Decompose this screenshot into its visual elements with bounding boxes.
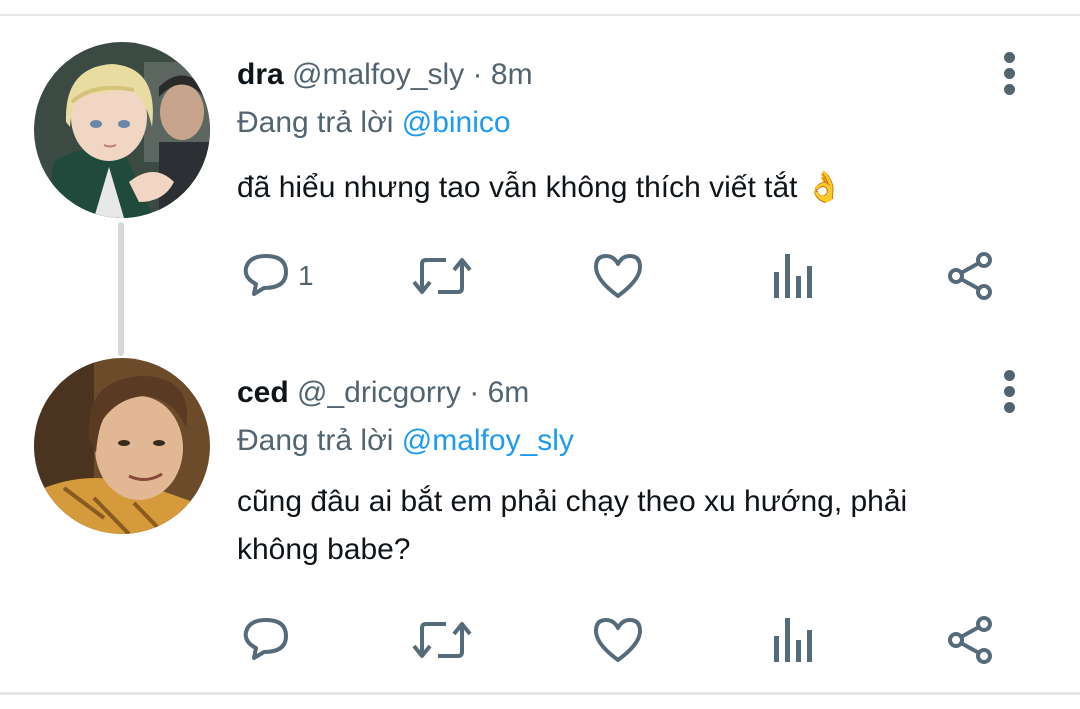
replying-prefix: Đang trả lời (237, 424, 402, 457)
share-icon (948, 616, 992, 664)
reply-mention[interactable]: @malfoy_sly (402, 424, 574, 457)
reply-button[interactable] (240, 610, 298, 670)
retweet-button[interactable] (412, 246, 472, 306)
share-button[interactable] (944, 246, 996, 306)
action-bar: 1 (0, 246, 1080, 306)
like-icon (594, 618, 642, 662)
bottom-divider (0, 692, 1080, 695)
timestamp[interactable]: 6m (488, 376, 530, 409)
tweet-header: ced @_dricgorry · 6m (237, 376, 529, 410)
retweet-button[interactable] (412, 610, 472, 670)
separator-dot: · (472, 58, 483, 91)
action-bar (0, 610, 1080, 670)
replying-prefix: Đang trả lời (237, 106, 402, 139)
tweet-text: cũng đâu ai bắt em phải chạy theo xu hướ… (237, 485, 908, 566)
share-button[interactable] (944, 610, 996, 670)
reply-icon (243, 254, 288, 296)
avatar[interactable] (34, 358, 210, 534)
reply-icon (243, 618, 288, 660)
user-handle[interactable]: @malfoy_sly (292, 58, 464, 91)
tweet-text: đã hiểu nhưng tao vẫn không thích viết t… (237, 171, 844, 204)
replying-to: Đang trả lời @malfoy_sly (237, 424, 574, 458)
views-button[interactable] (768, 610, 820, 670)
replying-to: Đang trả lời @binico (237, 106, 511, 140)
avatar[interactable] (34, 42, 210, 218)
retweet-icon (412, 258, 472, 294)
separator-dot: · (469, 376, 480, 409)
retweet-icon (412, 622, 472, 658)
more-options-button[interactable] (990, 52, 1030, 96)
more-icon (1004, 52, 1015, 63)
like-icon (594, 254, 642, 298)
display-name[interactable]: ced (237, 376, 289, 409)
timestamp[interactable]: 8m (491, 58, 533, 91)
reply-button[interactable]: 1 (240, 246, 314, 306)
tweet-header: dra @malfoy_sly · 8m (237, 58, 533, 92)
reply-mention[interactable]: @binico (402, 106, 511, 139)
more-options-button[interactable] (990, 370, 1030, 414)
views-icon (774, 618, 812, 662)
views-button[interactable] (768, 246, 820, 306)
views-icon (774, 254, 812, 298)
avatar-image (34, 358, 210, 534)
share-icon (948, 252, 992, 300)
avatar-image (34, 42, 210, 218)
like-button[interactable] (592, 610, 644, 670)
like-button[interactable] (592, 246, 644, 306)
reply-count: 1 (298, 260, 314, 291)
more-icon (1004, 370, 1015, 381)
user-handle[interactable]: @_dricgorry (297, 376, 461, 409)
top-divider (0, 14, 1080, 16)
display-name[interactable]: dra (237, 58, 284, 91)
